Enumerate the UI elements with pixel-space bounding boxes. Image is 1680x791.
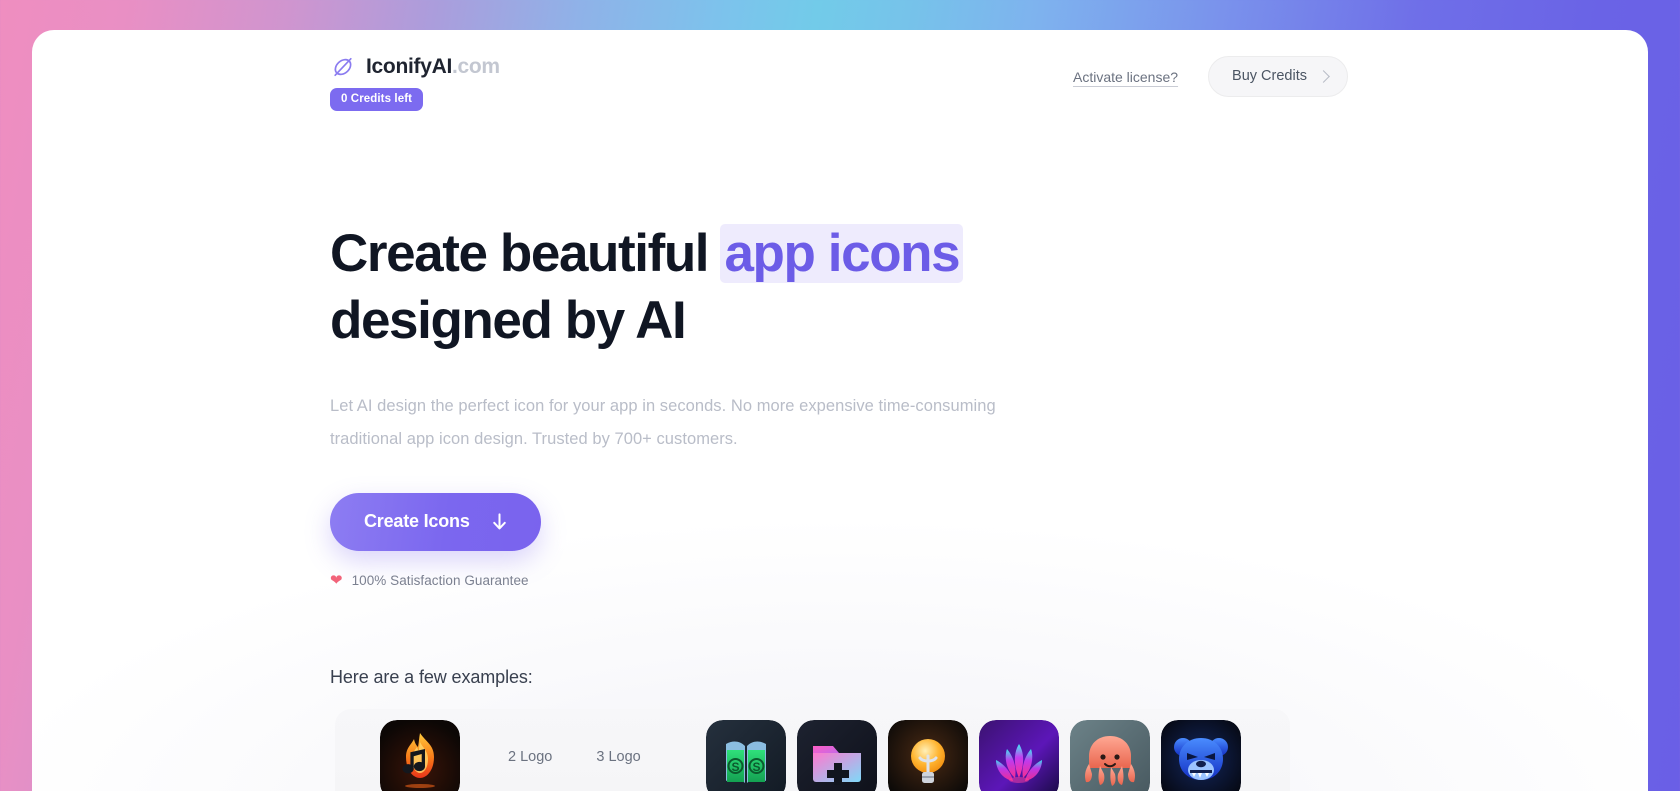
bear-icon[interactable] [1160,720,1241,791]
iconify-slash-icon [334,57,352,77]
guarantee-text: 100% Satisfaction Guarantee [351,573,529,588]
folder-plus-icon[interactable] [796,720,877,791]
page-header: IconifyAI.com 0 Credits left Activate li… [32,30,1648,150]
buy-credits-button[interactable]: Buy Credits [1208,56,1348,97]
satisfaction-guarantee: ❤ 100% Satisfaction Guarantee [330,573,1020,588]
activate-license-link[interactable]: Activate license? [1073,69,1178,85]
examples-list: 2 Logo 3 Logo S S [343,720,1288,791]
headline-line-2: designed by AI [330,291,687,350]
hero-section: Create beautiful app icons designed by A… [330,220,1020,588]
fire-music-note-icon[interactable] [380,720,460,791]
svg-text:S: S [752,760,760,774]
brand-tld: .com [451,55,500,78]
lotus-flower-icon[interactable] [978,720,1059,791]
brand-name-text: IconifyAI [366,55,452,78]
heart-icon: ❤ [330,572,343,589]
svg-text:S: S [731,760,739,774]
arrow-down-icon [492,513,506,530]
examples-heading: Here are a few examples: [330,667,533,687]
header-actions: Activate license? Buy Credits [1073,56,1348,97]
brand-name: IconifyAI.com [366,55,500,79]
buy-credits-label: Buy Credits [1232,68,1307,84]
chevron-right-icon [1317,69,1330,83]
lightbulb-icon[interactable] [887,720,968,791]
create-icons-button[interactable]: Create Icons [330,493,541,551]
create-icons-label: Create Icons [364,511,470,531]
headline-part-1: Create beautiful [330,224,722,283]
credits-badge[interactable]: 0 Credits left [330,88,424,111]
hero-subtitle: Let AI design the perfect icon for your … [330,397,996,448]
page-title: Create beautiful app icons designed by A… [330,220,1020,354]
example-label-0: 2 Logo [508,749,553,765]
money-book-icon[interactable]: S S [705,720,786,791]
brand-logo[interactable]: IconifyAI.com [330,54,500,80]
headline-accent: app icons [720,224,964,283]
app-window: IconifyAI.com 0 Credits left Activate li… [32,30,1648,791]
octopus-icon[interactable] [1069,720,1150,791]
example-label-1: 3 Logo [596,749,641,765]
